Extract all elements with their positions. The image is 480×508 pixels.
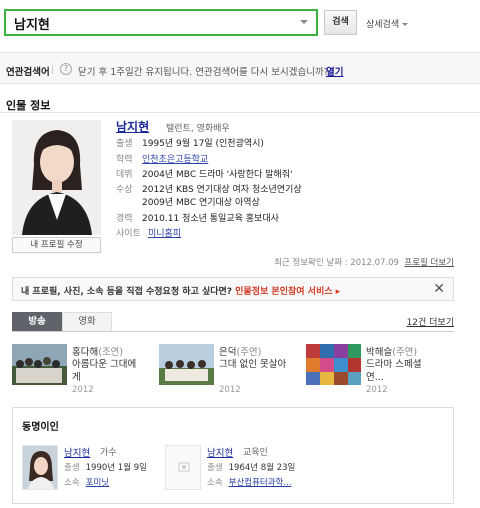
row-value: 2012년 KBS 연기대상 여자 청소년연기상 xyxy=(142,185,302,195)
row-key: 출생 xyxy=(64,463,80,473)
search-button[interactable]: 검색 xyxy=(324,10,357,35)
profile-more-link[interactable]: 프로필 더보기 xyxy=(404,258,454,268)
row-value: 1990년 1월 9일 xyxy=(85,463,147,473)
related-message: 닫기 후 1주일간 유지됩니다. 연관검색어를 다시 보시겠습니까? xyxy=(78,67,329,78)
open-related-link[interactable]: 열기 xyxy=(326,64,343,78)
row-key: 수상 xyxy=(116,185,133,195)
related-label: 연관검색어 xyxy=(6,67,50,78)
profile-photo[interactable] xyxy=(12,120,101,235)
agency-link[interactable]: 포미닛 xyxy=(86,478,109,488)
row-value: 2004년 MBC 드라마 '사랑한다 말해줘' xyxy=(142,170,293,180)
search-input[interactable]: 남지현 xyxy=(4,9,318,36)
person-photo-placeholder[interactable] xyxy=(165,445,201,490)
work-thumbnail[interactable] xyxy=(306,344,361,385)
row-key: 출생 xyxy=(116,139,133,149)
work-role: 홍다해(조연) xyxy=(72,344,123,358)
person-row-birth: 출생 1990년 1월 9일 xyxy=(64,461,147,473)
work-title[interactable]: 드라마 스페셜 연... xyxy=(366,358,436,384)
tab-broadcast[interactable]: 방송 xyxy=(12,312,62,332)
school-link[interactable]: 인천초은고등학교 xyxy=(142,155,208,165)
updated-info: 최근 정보확인 날짜 : 2012.07.09 프로필 더보기 xyxy=(274,256,454,268)
row-key: 소속 xyxy=(207,478,223,488)
self-participation-link[interactable]: 인물정보 본인참여 서비스 ▸ xyxy=(235,287,340,297)
person-job: 교육인 xyxy=(243,448,268,458)
person-row-birth: 출생 1964년 8월 23일 xyxy=(207,461,295,473)
detail-search-label: 상세검색 xyxy=(366,20,400,30)
related-search-bar: 연관검색어 ? 닫기 후 1주일간 유지됩니다. 연관검색어를 다시 보시겠습니… xyxy=(0,52,480,84)
row-key: 경력 xyxy=(116,214,133,224)
row-key: 출생 xyxy=(207,463,223,473)
role-name: 박해슬 xyxy=(366,347,393,358)
same-name-title: 동명이인 xyxy=(22,422,59,433)
work-year: 2012 xyxy=(366,385,388,395)
minihompy-link[interactable]: 미니홈피 xyxy=(148,229,181,239)
section-title: 인물 정보 xyxy=(6,99,51,112)
work-item[interactable]: 홍다해(조연) 아름다운 그대에게 2012 xyxy=(12,344,162,398)
role-name: 은덕 xyxy=(219,347,237,358)
work-title[interactable]: 그대 없인 못살아 xyxy=(219,358,289,371)
row-key: 학력 xyxy=(116,155,133,165)
person-job: 가수 xyxy=(100,448,117,458)
role-name: 홍다해 xyxy=(72,347,99,358)
row-key: 소속 xyxy=(64,478,80,488)
role-type: (주연) xyxy=(236,347,262,358)
row-key: 사이트 xyxy=(116,229,141,239)
chevron-down-icon xyxy=(402,23,409,26)
detail-search-link[interactable]: 상세검색 xyxy=(366,17,409,30)
info-icon[interactable]: ? xyxy=(60,63,72,75)
profile-job: 탤런트, 영화배우 xyxy=(166,124,230,134)
chevron-down-icon[interactable] xyxy=(300,20,308,24)
role-type: (조연) xyxy=(98,347,124,358)
divider xyxy=(0,112,480,113)
work-thumbnail[interactable] xyxy=(159,344,214,385)
role-type: (주연) xyxy=(392,347,418,358)
banner-message: 내 프로필, 사진, 소속 등을 직접 수정요청 하고 싶다면? xyxy=(21,287,233,297)
row-value: 2010.11 청소년 통일교육 홍보대사 xyxy=(142,214,279,224)
divider xyxy=(12,331,454,332)
updated-date: 최근 정보확인 날짜 : 2012.07.09 xyxy=(274,258,399,268)
row-value: 1995년 9월 17일 (인천광역시) xyxy=(142,139,264,149)
profile-name[interactable]: 남지현 xyxy=(116,118,149,135)
person-name[interactable]: 남지현 xyxy=(207,445,233,459)
person-photo[interactable] xyxy=(22,445,58,490)
edit-request-banner: 내 프로필, 사진, 소속 등을 직접 수정요청 하고 싶다면? 인물정보 본인… xyxy=(12,277,454,301)
tab-movie[interactable]: 영화 xyxy=(62,312,112,332)
search-query: 남지현 xyxy=(14,18,50,33)
divider xyxy=(52,65,53,74)
work-title[interactable]: 아름다운 그대에게 xyxy=(72,358,142,384)
work-thumbnail[interactable] xyxy=(12,344,67,385)
work-role: 은덕(주연) xyxy=(219,344,261,358)
same-name-person: 남지현 교육인 출생 1964년 8월 23일 소속 부산컴퓨터과학... xyxy=(165,445,365,495)
person-row-affiliation: 소속 부산컴퓨터과학... xyxy=(207,476,292,488)
person-row-agency: 소속 포미닛 xyxy=(64,476,109,488)
work-item[interactable]: 박해슬(주연) 드라마 스페셜 연... 2012 xyxy=(306,344,456,398)
affiliation-link[interactable]: 부산컴퓨터과학... xyxy=(229,478,292,488)
work-year: 2012 xyxy=(72,385,94,395)
person-name[interactable]: 남지현 xyxy=(64,445,90,459)
edit-profile-button[interactable]: 내 프로필 수정 xyxy=(12,237,101,253)
row-key: 데뷔 xyxy=(116,170,133,180)
more-works-link[interactable]: 12건 더보기 xyxy=(407,315,454,328)
close-icon[interactable]: ✕ xyxy=(433,281,445,297)
work-item[interactable]: 은덕(주연) 그대 없인 못살아 2012 xyxy=(159,344,309,398)
row-value: 1964년 8월 23일 xyxy=(228,463,296,473)
row-value: 2009년 MBC 연기대상 아역상 xyxy=(142,198,260,208)
banner-text: 내 프로필, 사진, 소속 등을 직접 수정요청 하고 싶다면? 인물정보 본인… xyxy=(21,284,340,297)
work-year: 2012 xyxy=(219,385,241,395)
work-role: 박해슬(주연) xyxy=(366,344,417,358)
